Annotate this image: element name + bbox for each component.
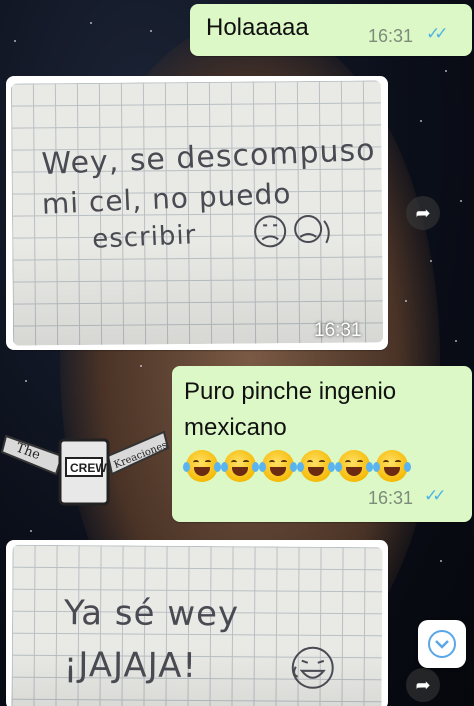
message-time: 16:31	[368, 26, 414, 46]
sad-face-drawing-icon	[254, 215, 330, 248]
face-with-tears-of-joy-icon	[221, 450, 259, 482]
crew-watermark-logo: The CREW Kreaciones	[0, 430, 170, 506]
forward-icon[interactable]: ➦	[406, 196, 440, 230]
message-time: 16:31	[368, 488, 414, 508]
read-check-icon: ✓✓	[424, 486, 446, 505]
laughing-face-drawing-icon	[291, 646, 334, 689]
handwritten-note-photo[interactable]: Ya sé wey ¡JAJAJA!	[11, 544, 383, 706]
watermark-left-text: The	[14, 441, 43, 464]
scroll-down-button[interactable]	[418, 620, 466, 668]
handwriting-line: escribir	[91, 220, 197, 255]
message-text-line: Puro pinche ingenio	[184, 378, 397, 405]
message-text-line: mexicano	[184, 414, 287, 441]
incoming-photo-message[interactable]: Wey, se descompuso mi cel, no puedo escr…	[6, 76, 388, 350]
outgoing-message-bubble[interactable]: Holaaaaa 16:31 ✓✓	[190, 4, 472, 56]
message-time: 16:31	[314, 320, 362, 341]
message-text: Holaaaaa	[206, 14, 309, 41]
face-with-tears-of-joy-icon	[259, 450, 297, 482]
outgoing-message-bubble[interactable]: Puro pinche ingenio mexicano 16:31 ✓✓	[172, 366, 472, 522]
read-check-icon: ✓✓	[426, 24, 448, 43]
face-with-tears-of-joy-icon	[183, 450, 221, 482]
face-with-tears-of-joy-icon	[335, 450, 373, 482]
handwriting-line: ¡JAJAJA!	[63, 645, 198, 687]
handwritten-note-photo[interactable]: Wey, se descompuso mi cel, no puedo escr…	[10, 80, 384, 346]
handwriting-line: Ya sé wey	[63, 593, 240, 635]
incoming-photo-message[interactable]: Ya sé wey ¡JAJAJA!	[6, 540, 388, 706]
face-with-tears-of-joy-icon	[297, 450, 335, 482]
chevron-down-icon	[428, 630, 456, 658]
emoji-row	[183, 450, 411, 482]
forward-icon[interactable]: ➦	[406, 668, 440, 702]
face-with-tears-of-joy-icon	[373, 450, 411, 482]
watermark-center-text: CREW	[70, 461, 107, 475]
